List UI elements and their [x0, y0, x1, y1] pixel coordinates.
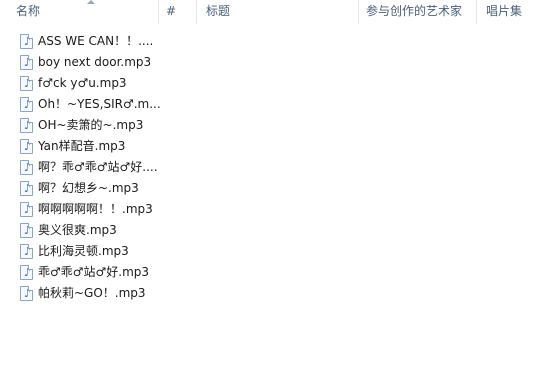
music-file-icon: ♪: [20, 265, 33, 280]
column-header-name[interactable]: 名称: [16, 0, 40, 24]
list-item[interactable]: ♪ Oh！~YES,SIR♂.m...: [0, 94, 200, 115]
column-header-album[interactable]: 唱片集: [486, 0, 522, 24]
column-divider[interactable]: [196, 0, 197, 24]
list-item[interactable]: ♪ ASS WE CAN！！....: [0, 31, 200, 52]
column-header-bar: 名称 # 标题 参与创作的艺术家 唱片集: [0, 0, 548, 24]
file-name: 啊啊啊啊啊！！.mp3: [38, 202, 153, 216]
file-list: ♪ ASS WE CAN！！.... ♪ boy next door.mp3 ♪…: [0, 31, 548, 304]
list-item[interactable]: ♪ 乖♂乖♂站♂好.mp3: [0, 262, 200, 283]
music-file-icon: ♪: [20, 223, 33, 238]
file-name: Oh！~YES,SIR♂.m...: [38, 97, 161, 111]
music-file-icon: ♪: [20, 55, 33, 70]
column-header-title[interactable]: 标题: [206, 0, 230, 24]
file-name: ASS WE CAN！！....: [38, 34, 154, 48]
column-divider[interactable]: [358, 0, 359, 24]
music-file-icon: ♪: [20, 118, 33, 133]
list-item[interactable]: ♪ 比利海灵顿.mp3: [0, 241, 200, 262]
column-header-number[interactable]: #: [166, 0, 176, 24]
file-name: OH~卖箫的~.mp3: [38, 118, 144, 132]
music-file-icon: ♪: [20, 244, 33, 259]
sort-ascending-icon: [87, 0, 95, 4]
file-name: 啊？乖♂乖♂站♂好....: [38, 160, 158, 174]
list-item[interactable]: ♪ boy next door.mp3: [0, 52, 200, 73]
list-item[interactable]: ♪ f♂ck y♂u.mp3: [0, 73, 200, 94]
music-file-icon: ♪: [20, 286, 33, 301]
column-header-artist[interactable]: 参与创作的艺术家: [366, 0, 462, 24]
file-name: f♂ck y♂u.mp3: [38, 76, 127, 90]
music-file-icon: ♪: [20, 97, 33, 112]
file-name: 乖♂乖♂站♂好.mp3: [38, 265, 150, 279]
list-item[interactable]: ♪ 帕秋莉~GO！.mp3: [0, 283, 200, 304]
list-item[interactable]: ♪ 啊？幻想乡~.mp3: [0, 178, 200, 199]
list-item[interactable]: ♪ 啊啊啊啊啊！！.mp3: [0, 199, 200, 220]
music-file-icon: ♪: [20, 139, 33, 154]
list-item[interactable]: ♪ OH~卖箫的~.mp3: [0, 115, 200, 136]
file-name: boy next door.mp3: [38, 55, 152, 69]
list-item[interactable]: ♪ 啊？乖♂乖♂站♂好....: [0, 157, 200, 178]
file-name: 啊？幻想乡~.mp3: [38, 181, 139, 195]
list-item[interactable]: ♪ Yan样配音.mp3: [0, 136, 200, 157]
music-file-icon: ♪: [20, 160, 33, 175]
column-divider[interactable]: [158, 0, 159, 24]
file-name: Yan样配音.mp3: [38, 139, 126, 153]
file-name: 帕秋莉~GO！.mp3: [38, 286, 146, 300]
file-explorer-window: 名称 # 标题 参与创作的艺术家 唱片集 ♪ ASS WE CAN！！.... …: [0, 0, 548, 368]
file-name: 奥义很爽.mp3: [38, 223, 117, 237]
file-name: 比利海灵顿.mp3: [38, 244, 129, 258]
list-item[interactable]: ♪ 奥义很爽.mp3: [0, 220, 200, 241]
music-file-icon: ♪: [20, 181, 33, 196]
music-file-icon: ♪: [20, 34, 33, 49]
column-divider[interactable]: [476, 0, 477, 24]
music-file-icon: ♪: [20, 202, 33, 217]
music-file-icon: ♪: [20, 76, 33, 91]
